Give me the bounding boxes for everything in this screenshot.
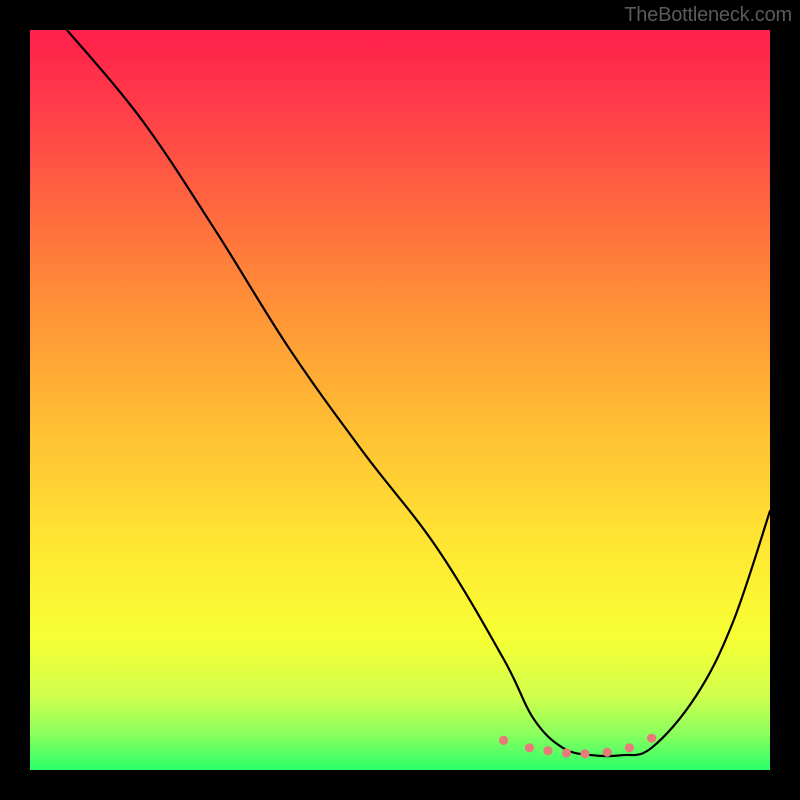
gradient-background	[30, 30, 770, 770]
highlight-marker	[647, 734, 656, 743]
highlight-marker	[525, 743, 534, 752]
highlight-marker	[580, 749, 589, 758]
highlight-marker	[543, 746, 552, 755]
chart-svg	[30, 30, 770, 770]
watermark-text: TheBottleneck.com	[624, 4, 792, 27]
highlight-marker	[499, 736, 508, 745]
highlight-marker	[562, 748, 571, 757]
highlight-marker	[603, 748, 612, 757]
plot-area	[30, 30, 770, 770]
highlight-marker	[625, 743, 634, 752]
